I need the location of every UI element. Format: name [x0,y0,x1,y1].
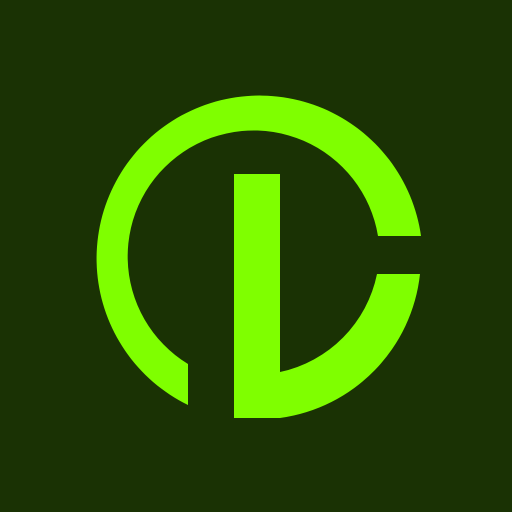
cl-monogram-logo-icon [0,0,512,512]
app-icon-canvas [0,0,512,512]
l-stem-shape [234,174,280,418]
